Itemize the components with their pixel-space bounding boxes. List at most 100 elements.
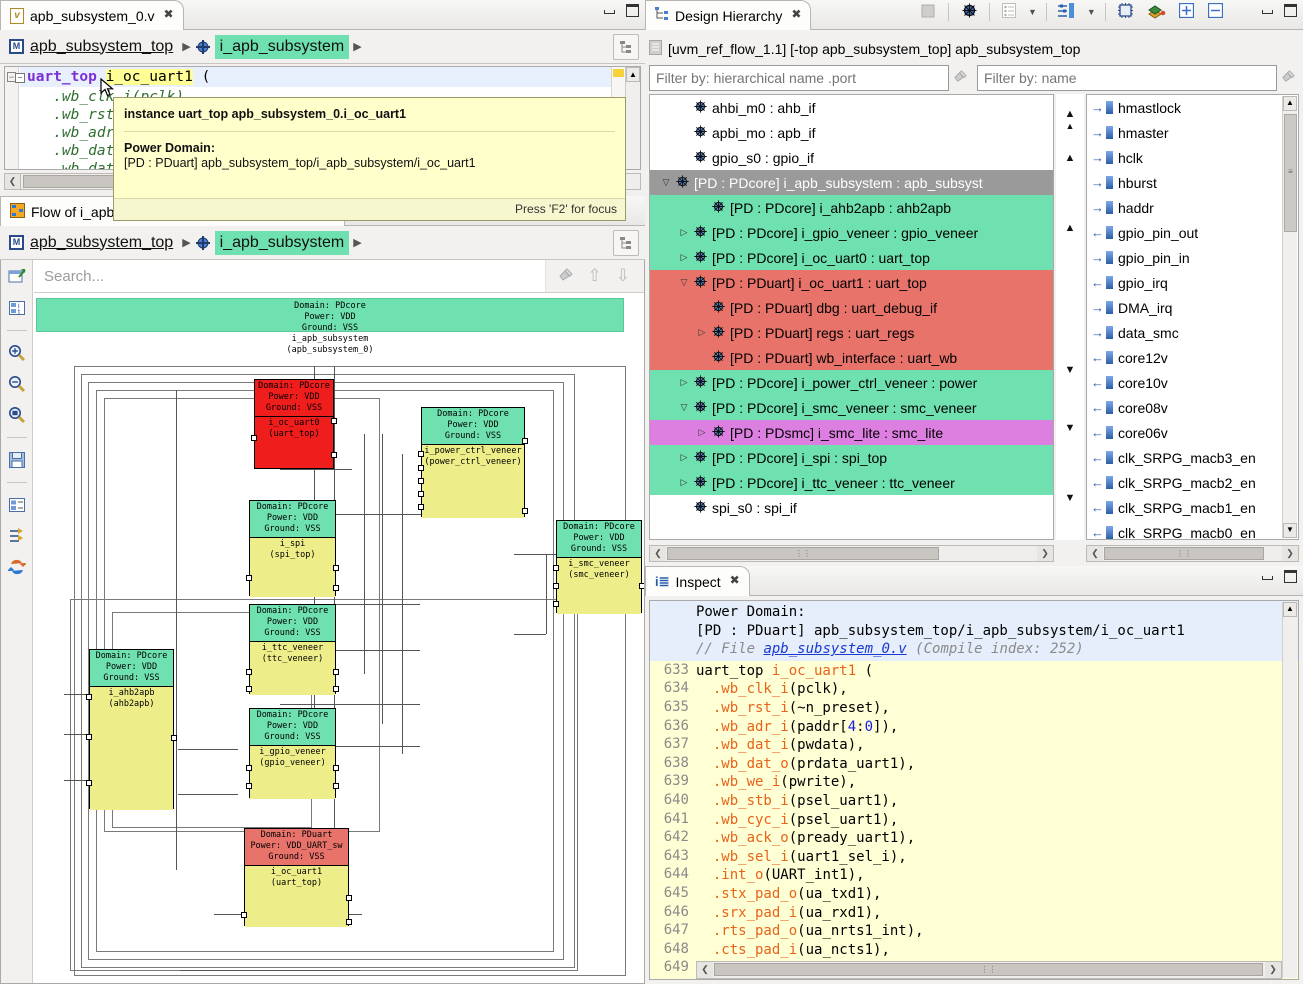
stop-icon[interactable] [917,4,939,21]
tree-row[interactable]: ▽[PD : PDuart] i_oc_uart1 : uart_top [650,270,1053,295]
port-row[interactable]: ←clk_SRPG_macb3_en [1087,445,1298,470]
block-i-oc-uart1[interactable]: Domain: PDuart Power: VDD_UART_sw Ground… [244,828,349,926]
close-icon[interactable]: ✖ [163,7,173,21]
port-row[interactable]: →hclk [1087,145,1298,170]
broom-icon-2[interactable] [1277,69,1299,87]
tree-twisty-icon[interactable]: ▷ [676,477,692,488]
flow-breadcrumb-item-root[interactable]: M apb_subsystem_top [4,231,178,255]
chip-icon[interactable] [1115,2,1137,22]
ports-scroll-right-icon[interactable]: ❯ [1282,546,1298,561]
tab-inspect[interactable]: i≣ Inspect ✖ [645,566,750,596]
tree-twisty-icon[interactable]: ▽ [658,177,674,188]
port-row[interactable]: ←clk_SRPG_macb1_en [1087,495,1298,520]
port-row[interactable]: ←clk_SRPG_macb2_en [1087,470,1298,495]
port-row[interactable]: →data_smc [1087,320,1298,345]
inspect-hscrollbar[interactable]: ❮ ⋮⋮ ❯ [696,961,1282,979]
file-link[interactable]: apb_subsystem_0.v [763,641,906,657]
minimize-icon[interactable] [1261,4,1274,17]
maximize-icon[interactable] [1284,570,1297,583]
tree-row[interactable]: ▽[PD : PDcore] i_apb_subsystem : apb_sub… [650,170,1053,195]
save-icon[interactable] [6,449,28,471]
tree-twisty-icon[interactable]: ▷ [676,377,692,388]
find-next-icon[interactable]: ⇩ [616,266,630,286]
tree-row[interactable]: [PD : PDuart] wb_interface : uart_wb [650,345,1053,370]
zoom-out-icon[interactable] [6,373,28,395]
tree-row[interactable]: ahbi_m0 : ahb_if [650,95,1053,120]
nav-next-icon[interactable]: ▼ [1056,364,1084,376]
zoom-fit-icon[interactable] [6,404,28,426]
inspect-scrollbar[interactable]: ▲ [1282,602,1297,978]
close-icon[interactable]: ✖ [730,573,740,587]
port-row[interactable]: ←gpio_irq [1087,270,1298,295]
tree-twisty-icon[interactable]: ▷ [676,252,692,263]
port-row[interactable]: →DMA_irq [1087,295,1298,320]
block-i-spi[interactable]: Domain: PDcore Power: VDD Ground: VSS i_… [249,500,336,596]
block-i-gpio-veneer[interactable]: Domain: PDcore Power: VDD Ground: VSS i_… [249,708,336,798]
ports-list[interactable]: →hmastlock→hmaster→hclk→hburst→haddr←gpi… [1086,94,1299,540]
tree-row[interactable]: [PD : PDuart] dbg : uart_debug_if [650,295,1053,320]
tree-hscrollbar[interactable]: ❮ ⋮⋮ ❯ [649,545,1054,562]
tree-twisty-icon[interactable]: ▷ [694,327,710,338]
port-row[interactable]: →hburst [1087,170,1298,195]
show-properties-icon[interactable]: it [6,297,28,319]
port-row[interactable]: →hmastlock [1087,95,1298,120]
tree-twisty-icon[interactable]: ▷ [694,427,710,438]
port-row[interactable]: ←clk_SRPG_macb0_en [1087,520,1298,540]
tree-row[interactable]: ▷[PD : PDsmc] i_smc_lite : smc_lite [650,420,1053,445]
port-row[interactable]: ←core08v [1087,395,1298,420]
flow-canvas[interactable]: Domain: PDcore Power: VDD Ground: VSS i_… [34,294,644,983]
minimize-icon[interactable] [603,4,616,17]
inspect-code-area[interactable]: Power Domain: [PD : PDuart] apb_subsyste… [649,600,1299,980]
open-new-view-icon[interactable] [6,266,28,288]
inspect-scroll-up-icon[interactable]: ▲ [1283,602,1297,617]
nav-first-icon[interactable]: ▲▲ [1056,108,1084,132]
tree-row[interactable]: ▷[PD : PDcore] i_oc_uart0 : uart_top [650,245,1053,270]
block-i-smc-veneer[interactable]: Domain: PDcore Power: VDD Ground: VSS i_… [556,520,642,613]
tab-apb-subsystem-0-v[interactable]: v apb_subsystem_0.v ✖ [0,0,184,30]
sort-columns-icon[interactable] [1056,3,1078,22]
filter-name-input[interactable] [977,65,1277,91]
tree-row[interactable]: ▷[PD : PDcore] i_gpio_veneer : gpio_vene… [650,220,1053,245]
list-view-icon[interactable] [999,3,1019,21]
tree-twisty-icon[interactable]: ▷ [676,227,692,238]
editor-vertical-scrollbar[interactable]: ▲ [625,67,640,169]
tree-row[interactable]: ▷[PD : PDuart] regs : uart_regs [650,320,1053,345]
tree-row[interactable]: [PD : PDcore] i_ahb2apb : ahb2apb [650,195,1053,220]
edit-list-icon[interactable] [6,494,28,516]
maximize-icon[interactable] [1284,4,1297,17]
inspect-scroll-left-icon[interactable]: ❮ [697,962,713,978]
port-row[interactable]: ←core10v [1087,370,1298,395]
ports-scroll-down-icon[interactable]: ▼ [1283,523,1297,538]
tree-scroll-left-icon[interactable]: ❮ [650,546,666,561]
maximize-icon[interactable] [626,4,639,17]
close-icon[interactable]: ✖ [791,7,801,21]
ports-hscrollbar[interactable]: ❮ ⋮⋮ ❯ [1086,545,1299,562]
tree-row[interactable]: apbi_mo : apb_if [650,120,1053,145]
collapse-all-icon[interactable] [1206,3,1226,21]
tree-twisty-icon[interactable]: ▷ [676,452,692,463]
tree-row[interactable]: gpio_s0 : gpio_if [650,145,1053,170]
ports-scroll-up-icon[interactable]: ▲ [1283,96,1297,111]
flow-search-bar[interactable]: Search... ⇧ ⇩ [34,260,644,293]
breadcrumb-item-selected[interactable]: i_apb_subsystem [215,35,350,59]
tree-row[interactable]: ▷[PD : PDcore] i_power_ctrl_veneer : pow… [650,370,1053,395]
expand-all-icon[interactable] [1177,3,1197,21]
minimize-icon[interactable] [1261,570,1274,583]
broom-icon[interactable] [949,69,971,87]
breadcrumb-item-root[interactable]: M apb_subsystem_top [4,35,178,59]
inspect-scroll-right-icon[interactable]: ❯ [1265,962,1281,978]
flow-breadcrumb-item-selected[interactable]: i_apb_subsystem [215,231,350,255]
filter-icon[interactable] [6,525,28,547]
port-row[interactable]: ←core12v [1087,345,1298,370]
flow-toggle-outline-button[interactable] [613,230,639,256]
fold-collapse-icon[interactable]: − [15,73,25,83]
tree-row[interactable]: ▷[PD : PDcore] i_ttc_veneer : ttc_veneer [650,470,1053,495]
sort-menu-arrow[interactable]: ▼ [1087,7,1096,17]
tree-row[interactable]: spi_s0 : spi_if [650,495,1053,520]
port-row[interactable]: ←gpio_pin_out [1087,220,1298,245]
block-i-ttc-veneer[interactable]: Domain: PDcore Power: VDD Ground: VSS i_… [249,604,336,694]
nav-prev-icon[interactable]: ▲ [1056,222,1084,234]
nav-last-icon[interactable]: ▼ [1056,492,1084,504]
hierarchy-tree[interactable]: ahbi_m0 : ahb_ifapbi_mo : apb_ifgpio_s0 … [649,94,1054,540]
block-i-ahb2apb[interactable]: Domain: PDcore Power: VDD Ground: VSS i_… [89,649,174,809]
